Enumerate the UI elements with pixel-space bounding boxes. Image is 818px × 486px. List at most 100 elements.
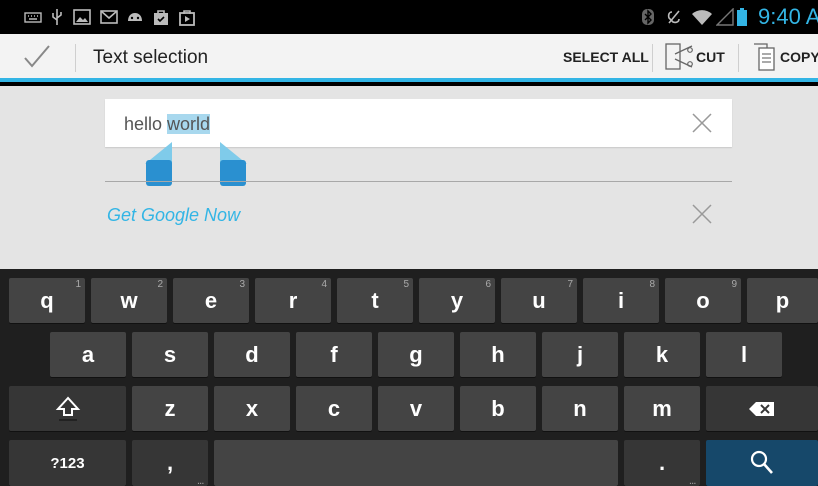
key-more-indicator: ... xyxy=(197,477,204,486)
get-google-now-link[interactable]: Get Google Now xyxy=(107,204,240,226)
key-hint: 5 xyxy=(403,279,409,290)
key-b[interactable]: b xyxy=(460,386,536,431)
cut-button[interactable]: CUT xyxy=(664,42,725,72)
key-r[interactable]: r4 xyxy=(255,278,331,323)
key-label: c xyxy=(327,395,341,421)
search-icon xyxy=(750,450,773,474)
signal-icon xyxy=(716,8,734,26)
content-area: hello world Get Google Now xyxy=(0,86,818,269)
key-w[interactable]: w2 xyxy=(91,278,167,323)
key-n[interactable]: n xyxy=(542,386,618,431)
android-icon xyxy=(128,13,142,21)
key-label: , xyxy=(166,450,174,475)
key-t[interactable]: t5 xyxy=(337,278,413,323)
key-label: p xyxy=(775,287,790,313)
key-label: r xyxy=(288,287,298,313)
clear-text-icon[interactable] xyxy=(691,112,713,134)
key-p[interactable]: p xyxy=(747,278,818,323)
key-label: f xyxy=(330,341,338,367)
backspace-key[interactable] xyxy=(706,386,818,431)
action-bar-divider xyxy=(75,44,76,72)
divider xyxy=(105,181,732,182)
key-c[interactable]: c xyxy=(296,386,372,431)
play-store-icon xyxy=(179,10,195,26)
key-z[interactable]: z xyxy=(132,386,208,431)
key-v[interactable]: v xyxy=(378,386,454,431)
text-field[interactable]: hello world xyxy=(105,99,732,147)
mute-icon xyxy=(667,10,680,24)
key-e[interactable]: e3 xyxy=(173,278,249,323)
copy-label: COPY xyxy=(780,49,818,65)
key-u[interactable]: u7 xyxy=(501,278,577,323)
key-label: . xyxy=(658,450,666,475)
key-o[interactable]: o9 xyxy=(665,278,741,323)
key-y[interactable]: y6 xyxy=(419,278,495,323)
shift-key[interactable] xyxy=(9,386,126,431)
search-key[interactable] xyxy=(706,440,818,486)
symbols-key[interactable]: ?123 xyxy=(9,440,126,486)
key-label: m xyxy=(652,395,672,421)
key-label: h xyxy=(491,341,505,367)
period-key[interactable]: .... xyxy=(624,440,700,486)
key-s[interactable]: s xyxy=(132,332,208,377)
key-k[interactable]: k xyxy=(624,332,700,377)
key-label: b xyxy=(491,395,505,421)
backspace-icon xyxy=(749,401,774,416)
copy-icon xyxy=(754,43,775,71)
key-label: u xyxy=(532,287,546,313)
clock: 9:40 AM xyxy=(758,4,818,29)
wifi-icon xyxy=(692,10,712,25)
keyboard: q1 w2 e3 r4 t5 y6 u7 i8 o9 p a s d f g h… xyxy=(0,269,818,486)
key-label: v xyxy=(409,395,423,421)
key-label: o xyxy=(696,287,710,313)
key-hint: 1 xyxy=(75,279,81,290)
space-key[interactable] xyxy=(214,440,618,486)
key-label: k xyxy=(655,341,669,367)
cut-label: CUT xyxy=(696,49,725,65)
key-hint: 9 xyxy=(731,279,737,290)
status-bar: 9:40 AM xyxy=(0,0,818,34)
comma-key[interactable]: ,... xyxy=(132,440,208,486)
key-label: ?123 xyxy=(50,454,85,472)
key-label: w xyxy=(120,287,138,313)
action-bar-divider xyxy=(738,44,739,72)
key-q[interactable]: q1 xyxy=(9,278,85,323)
key-label: d xyxy=(245,341,259,367)
unselected-text: hello xyxy=(124,114,168,134)
image-icon xyxy=(73,9,91,25)
key-g[interactable]: g xyxy=(378,332,454,377)
keyboard-icon xyxy=(24,12,42,23)
gmail-icon xyxy=(100,10,118,24)
key-i[interactable]: i8 xyxy=(583,278,659,323)
key-hint: 8 xyxy=(649,279,655,290)
key-hint: 2 xyxy=(157,279,163,290)
done-check-icon[interactable] xyxy=(22,42,52,72)
key-label: l xyxy=(740,341,748,367)
key-label: i xyxy=(617,287,625,313)
key-m[interactable]: m xyxy=(624,386,700,431)
key-l[interactable]: l xyxy=(706,332,782,377)
scissors-icon xyxy=(665,43,693,70)
action-bar-divider xyxy=(652,44,653,72)
key-a[interactable]: a xyxy=(50,332,126,377)
key-label: q xyxy=(40,287,54,313)
select-all-button[interactable]: SELECT ALL xyxy=(563,42,649,72)
key-h[interactable]: h xyxy=(460,332,536,377)
key-label: e xyxy=(204,287,218,313)
shift-icon xyxy=(55,396,80,421)
key-label: n xyxy=(573,395,587,421)
action-bar-title: Text selection xyxy=(93,47,209,68)
key-j[interactable]: j xyxy=(542,332,618,377)
key-label: y xyxy=(450,287,464,313)
key-label: t xyxy=(371,287,379,313)
key-more-indicator: ... xyxy=(689,477,696,486)
key-f[interactable]: f xyxy=(296,332,372,377)
usb-icon xyxy=(52,9,62,25)
dismiss-icon[interactable] xyxy=(691,203,713,225)
key-label: s xyxy=(163,341,177,367)
key-d[interactable]: d xyxy=(214,332,290,377)
bluetooth-icon xyxy=(642,9,654,25)
key-x[interactable]: x xyxy=(214,386,290,431)
copy-button[interactable]: COPY xyxy=(752,42,818,72)
selected-text[interactable]: world xyxy=(167,114,211,134)
